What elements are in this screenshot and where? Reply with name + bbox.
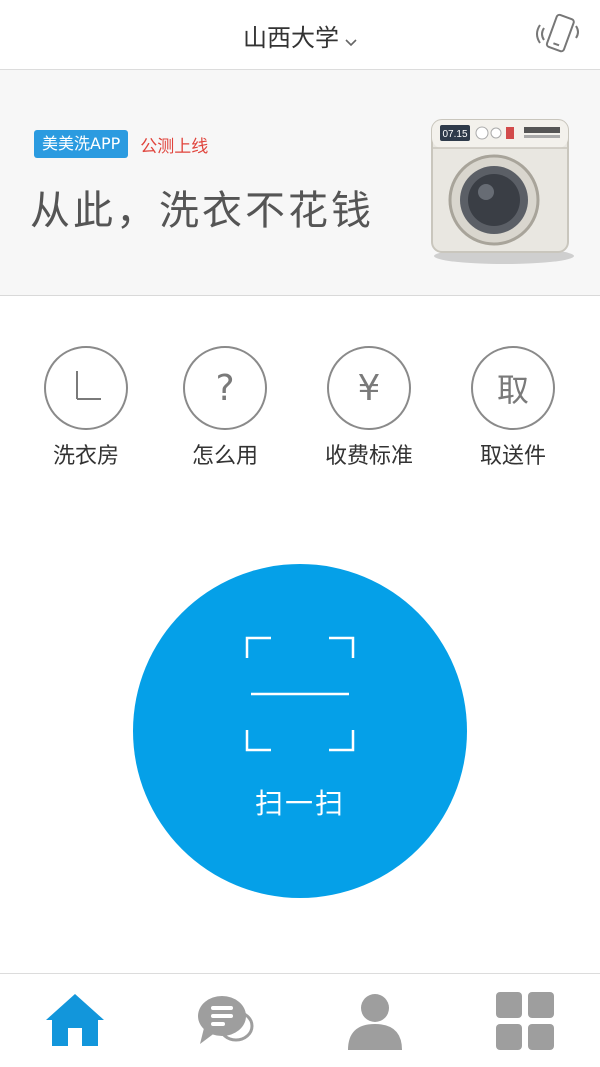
scan-frame-icon [245,636,355,752]
campus-selector[interactable]: 山西大学 [0,18,600,53]
app-badge: 美美洗APP [34,130,129,158]
promo-banner[interactable]: 美美洗APP 公测上线 从此，洗衣不花钱 07.15 [0,70,600,296]
grid-icon [496,992,554,1050]
campus-name: 山西大学 [243,24,339,52]
chevron-down-icon [345,25,357,53]
home-icon [46,994,104,1046]
quick-action-label: 收费标准 [324,444,413,469]
quick-action-label: 取送件 [479,444,546,469]
quick-action-label: 洗衣房 [52,444,119,469]
bottom-tab-bar [0,973,600,1067]
tab-messages[interactable] [192,988,258,1054]
washer-display: 07.15 [442,129,467,140]
user-icon [348,994,402,1050]
tab-profile[interactable] [342,988,408,1054]
phone-vibrate-icon[interactable] [534,8,586,60]
app-screen: 山西大学 美美洗APP 公测上线 从此，洗衣不花钱 07.15 洗衣房 ? 怎么… [0,0,600,1067]
tab-more[interactable] [492,988,558,1054]
banner-badge-row: 美美洗APP 公测上线 [34,130,208,158]
question-icon: ? [183,346,267,430]
top-bar: 山西大学 [0,0,600,70]
tab-home[interactable] [42,988,108,1054]
quick-actions: 洗衣房 ? 怎么用 ¥ 收费标准 取 取送件 [0,296,600,496]
quick-action-laundry-room[interactable]: 洗衣房 [26,346,146,470]
quick-action-pickup[interactable]: 取 取送件 [453,346,573,470]
clock-icon [44,346,128,430]
pickup-icon: 取 [471,346,555,430]
yen-icon: ¥ [327,346,411,430]
quick-action-pricing[interactable]: ¥ 收费标准 [309,346,429,470]
chat-bubble-icon [198,996,254,1044]
scan-button[interactable]: 扫一扫 [133,564,467,898]
beta-text: 公测上线 [140,136,209,157]
banner-slogan: 从此，洗衣不花钱 [30,188,374,234]
washing-machine-illustration: 07.15 [420,110,580,270]
quick-action-label: 怎么用 [191,444,258,469]
quick-action-how-to-use[interactable]: ? 怎么用 [165,346,285,470]
scan-label: 扫一扫 [254,787,345,820]
